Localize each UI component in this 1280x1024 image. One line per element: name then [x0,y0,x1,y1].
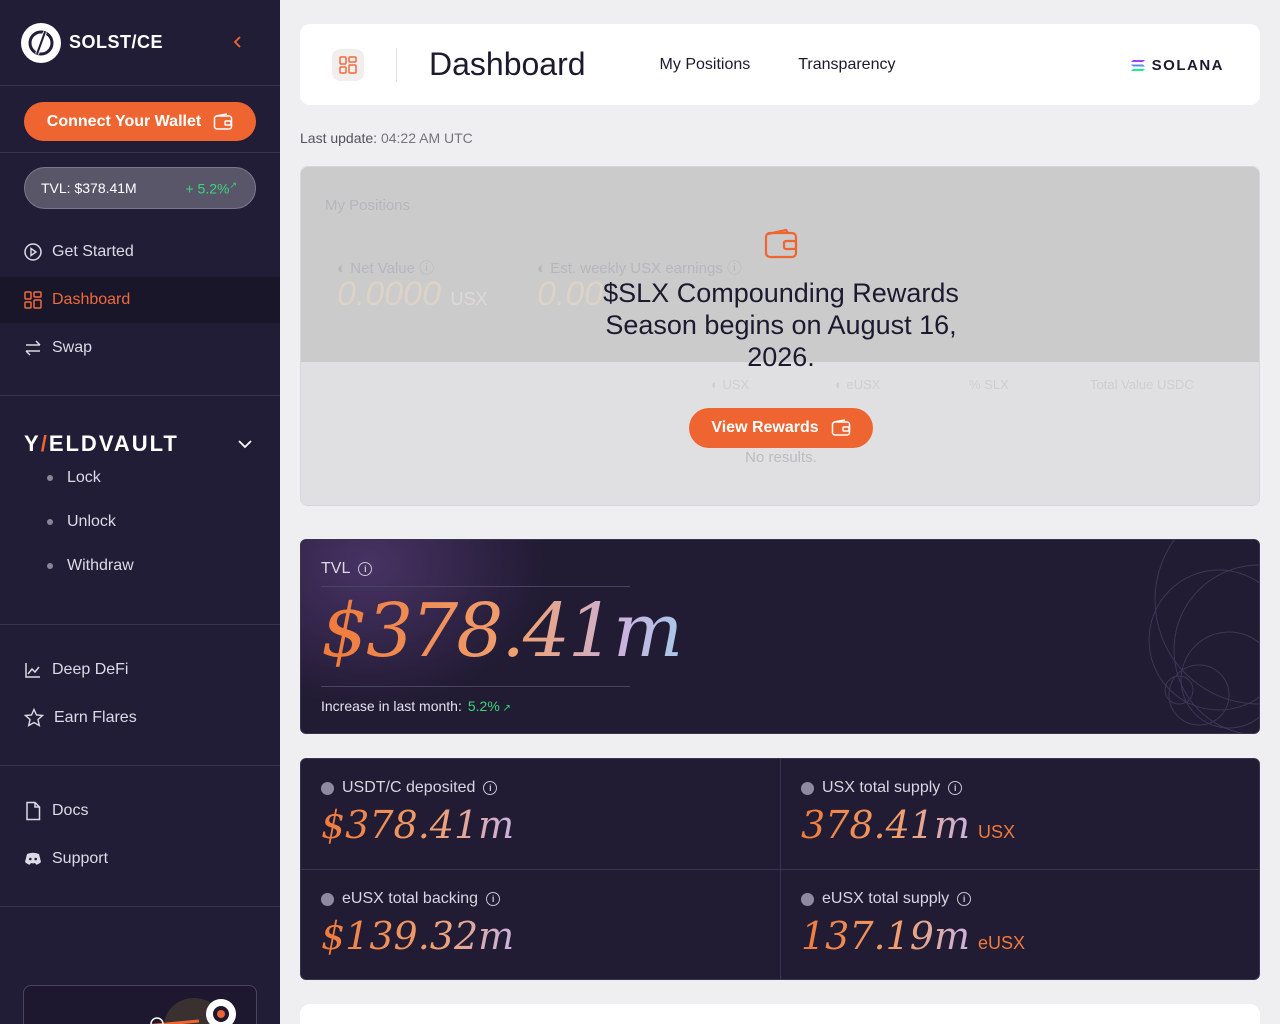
info-icon[interactable]: i [483,781,498,795]
last-update: Last update: 04:22 AM UTC [300,130,473,146]
sidebar-item-unlock[interactable]: Unlock [0,500,280,544]
tab-transparency[interactable]: Transparency [798,56,895,74]
misc-nav-section: Deep DeFi Earn Flares [0,625,280,766]
star-icon [24,708,44,727]
coin-icon [801,892,814,906]
wallet-icon [764,228,798,259]
nav-item-deep-defi[interactable]: Deep DeFi [0,647,280,693]
nav-item-earn-flares[interactable]: Earn Flares [0,695,280,741]
promo-card[interactable] [23,985,257,1024]
yieldvault-toggle[interactable]: Y/ELDVAULT [0,431,280,456]
docs-section: Docs Support [0,766,280,907]
info-icon[interactable]: i [957,892,972,906]
nav-label: Swap [52,339,93,356]
stat-eusx-total-supply: eUSX total supply i 137.19m eUSX [801,890,1026,958]
coin-icon [801,781,814,795]
wallet-section: Connect Your Wallet [0,86,280,153]
nav-label: Get Started [52,243,134,260]
net-value: 0.0000 USX [337,275,488,313]
solana-logo-icon [1130,60,1145,71]
yieldvault-section: Y/ELDVAULT Lock Unlock Withdraw [0,396,280,625]
stat-unit: USX [978,822,1016,842]
yieldvault-logo: Y/ELDVAULT [24,431,179,456]
wallet-icon [831,419,850,436]
dashboard-icon [332,48,364,81]
tvl-pill[interactable]: TVL: $378.41M + 5.2%↗ [24,167,256,209]
stat-eusx-total-backing: eUSX total backing i $139.32m [321,890,515,958]
column-slx: % SLX [969,377,1009,392]
header-divider [396,47,397,82]
column-usx: ◐ USX [711,377,750,392]
tvl-pill-text: TVL: $378.41M [41,180,137,196]
positions-panel: My Positions ◐ Net Value ⓘ 0.0000 USX ◐ … [300,166,1260,506]
stat-value: $378.41m [321,803,515,847]
bullet-icon [47,563,53,569]
stat-usx-total-supply: USX total supply i 378.41m USX [801,779,1016,847]
discord-icon [25,852,41,865]
tvl-value: $378.41m [321,588,683,674]
tab-my-positions[interactable]: My Positions [660,56,751,74]
divider [321,586,630,587]
brand-name: SOLST/CE [69,32,164,52]
document-icon [26,801,41,821]
chevron-left-icon [233,36,241,48]
divider [321,686,630,687]
bullet-icon [47,475,53,481]
no-results-text: No results. [745,449,817,466]
decorative-circles-icon [1148,540,1259,733]
grid-icon [24,291,42,309]
positions-title: My Positions [325,197,411,214]
tvl-card: TVL i $378.41m Increase in last month: 5.… [300,539,1260,734]
stat-value: 137.19m [801,914,970,958]
brand-row: SOLST/CE [0,0,280,86]
page-header: Dashboard My Positions Transparency SOLA… [300,24,1260,105]
swap-arrows-icon [25,340,41,356]
view-rewards-button[interactable]: View Rewards [689,408,873,448]
info-icon[interactable]: i [358,562,373,576]
coin-icon [321,892,334,906]
tvl-label: TVL i [321,560,373,578]
collapse-sidebar-button[interactable] [228,32,248,52]
info-icon[interactable]: i [486,892,501,906]
nav-label: Dashboard [52,291,131,308]
column-total-value: Total Value USDC [1090,377,1194,392]
stat-value: 378.41m [801,803,970,847]
page-title: Dashboard [429,46,586,82]
tvl-increase: Increase in last month: 5.2% ↗ [321,698,511,714]
column-eusx: ◐ eUSX [835,377,881,392]
chevron-down-icon [238,439,252,448]
main-nav-section: TVL: $378.41M + 5.2%↗ Get Started Dashbo… [0,153,280,396]
promo-illustration-icon [149,998,236,1024]
sidebar-item-withdraw[interactable]: Withdraw [0,544,280,588]
wallet-icon [213,112,233,130]
nav-item-support[interactable]: Support [0,836,280,882]
stats-grid: USDT/C deposited i $378.41m USX total sup… [300,758,1260,980]
chart-icon [25,663,40,678]
bullet-icon [47,519,53,525]
network-badge: SOLANA [1130,57,1224,74]
view-rewards-label: View Rewards [711,419,819,436]
play-circle-icon [24,243,42,261]
sidebar: SOLST/CE Connect Your Wallet TVL: $378.4… [0,0,280,1024]
stat-unit: eUSX [978,933,1026,953]
nav-item-swap[interactable]: Swap [0,325,280,371]
nav-item-dashboard[interactable]: Dashboard [0,277,280,323]
tvl-pill-change: + 5.2%↗ [185,179,237,197]
coin-icon [321,781,334,795]
connect-wallet-label: Connect Your Wallet [46,112,202,130]
stat-value: $139.32m [321,914,515,958]
next-card [300,1004,1260,1024]
network-name: SOLANA [1151,57,1224,74]
info-icon[interactable]: i [948,781,963,795]
rewards-announcement: $SLX Compounding Rewards Season begins o… [603,278,959,372]
nav-item-docs[interactable]: Docs [0,788,280,834]
connect-wallet-button[interactable]: Connect Your Wallet [24,102,256,141]
stat-usdtc-deposited: USDT/C deposited i $378.41m [321,779,515,847]
sidebar-item-lock[interactable]: Lock [0,456,280,500]
solstice-logo-icon[interactable] [21,22,61,63]
nav-item-get-started[interactable]: Get Started [0,229,280,275]
